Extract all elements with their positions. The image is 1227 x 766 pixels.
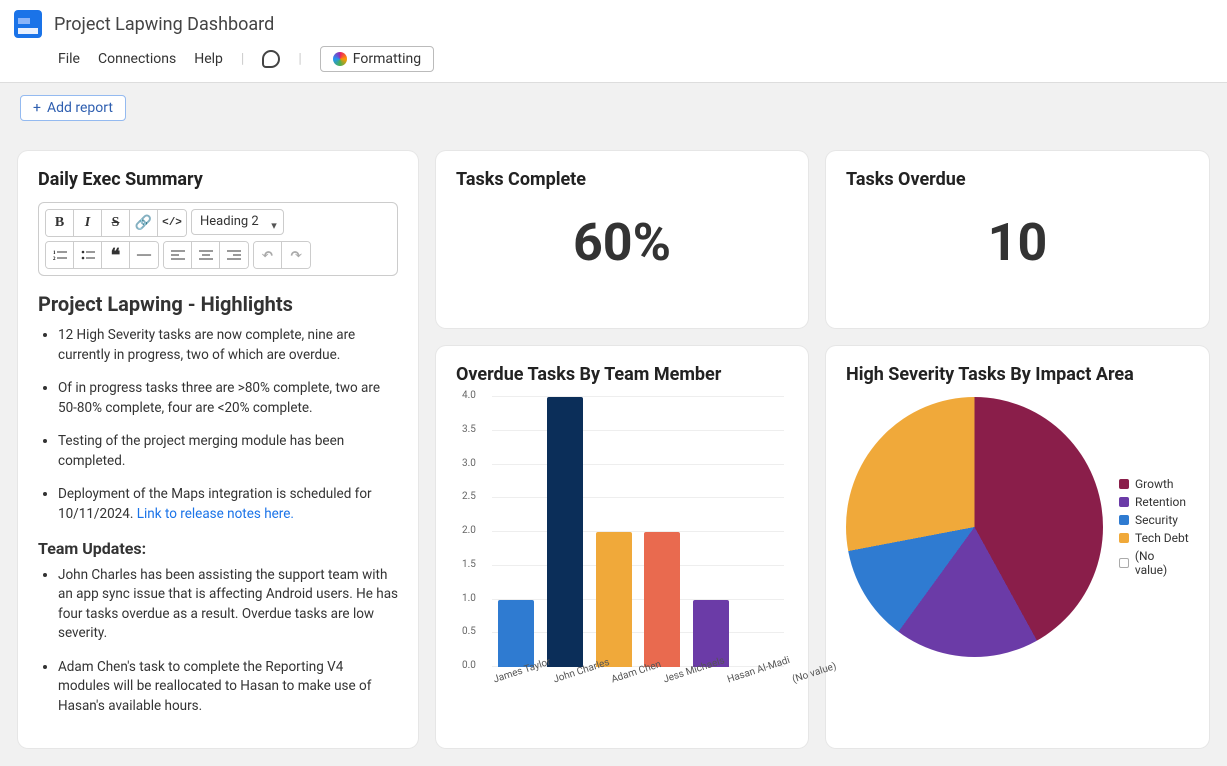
doc-heading[interactable]: Project Lapwing - Highlights — [38, 292, 398, 316]
bar-chart-card[interactable]: Overdue Tasks By Team Member 0.00.51.01.… — [436, 346, 808, 748]
ordered-list-button[interactable]: 12 — [46, 242, 74, 268]
italic-button[interactable]: I — [74, 210, 102, 236]
code-button[interactable]: </> — [158, 210, 186, 236]
app-logo-icon — [14, 10, 42, 38]
formatting-button[interactable]: Formatting — [320, 46, 434, 72]
menu-file[interactable]: File — [58, 51, 80, 67]
kpi-value: 10 — [846, 202, 1189, 277]
svg-text:2: 2 — [53, 257, 56, 261]
action-bar: + Add report — [0, 83, 1227, 133]
bar-chart: 0.00.51.01.52.02.53.03.54.0 James Taylor… — [492, 397, 784, 697]
redo-button[interactable]: ↷ — [282, 242, 310, 268]
legend-label: Growth — [1135, 477, 1174, 491]
legend-swatch — [1119, 497, 1129, 507]
legend-swatch — [1119, 515, 1129, 525]
bar[interactable] — [644, 532, 680, 667]
legend-swatch — [1119, 558, 1129, 568]
bar[interactable] — [498, 600, 534, 668]
separator: | — [241, 51, 244, 67]
legend-swatch — [1119, 479, 1129, 489]
svg-text:1: 1 — [53, 251, 56, 256]
legend-label: Retention — [1135, 495, 1186, 509]
comment-icon[interactable] — [262, 50, 280, 68]
menu-connections[interactable]: Connections — [98, 51, 176, 67]
kpi-complete-card[interactable]: Tasks Complete 60% — [436, 151, 808, 328]
pie-legend: Growth Retention Security Tech Debt (No valu… — [1119, 473, 1189, 581]
team-updates-list[interactable]: John Charles has been assisting the supp… — [58, 566, 398, 717]
highlights-list[interactable]: 12 High Severity tasks are now complete,… — [58, 326, 398, 525]
legend-item[interactable]: Security — [1119, 513, 1189, 527]
kpi-overdue-card[interactable]: Tasks Overdue 10 — [826, 151, 1209, 328]
align-center-button[interactable] — [192, 242, 220, 268]
legend-item[interactable]: Growth — [1119, 477, 1189, 491]
chart-title: Overdue Tasks By Team Member — [456, 364, 788, 385]
kpi-title: Tasks Overdue — [846, 169, 1189, 190]
legend-label: (No value) — [1135, 549, 1189, 577]
align-left-button[interactable] — [164, 242, 192, 268]
kpi-title: Tasks Complete — [456, 169, 788, 190]
bullet-list-button[interactable] — [74, 242, 102, 268]
list-item[interactable]: John Charles has been assisting the supp… — [58, 566, 398, 644]
formatting-label: Formatting — [353, 51, 421, 67]
titlebar: Project Lapwing Dashboard — [0, 0, 1227, 42]
menu-help[interactable]: Help — [194, 51, 223, 67]
strike-button[interactable]: S — [102, 210, 130, 236]
dashboard-grid: Daily Exec Summary B I S 🔗 </> Heading 2… — [0, 133, 1227, 766]
list-item[interactable]: 12 High Severity tasks are now complete,… — [58, 326, 398, 365]
separator: | — [298, 51, 301, 67]
editor-card: Daily Exec Summary B I S 🔗 </> Heading 2… — [18, 151, 418, 748]
list-item[interactable]: Testing of the project merging module ha… — [58, 432, 398, 471]
bar[interactable] — [547, 397, 583, 667]
editor-title: Daily Exec Summary — [38, 169, 398, 190]
pie-chart-card[interactable]: High Severity Tasks By Impact Area Growt… — [826, 346, 1209, 748]
chart-title: High Severity Tasks By Impact Area — [846, 364, 1189, 385]
heading-select[interactable]: Heading 2 — [191, 209, 284, 235]
plus-icon: + — [33, 100, 41, 116]
list-item[interactable]: Of in progress tasks three are >80% comp… — [58, 379, 398, 418]
bar[interactable] — [596, 532, 632, 667]
dashboard-title[interactable]: Project Lapwing Dashboard — [54, 14, 274, 35]
align-right-button[interactable] — [220, 242, 248, 268]
doc-subheading[interactable]: Team Updates: — [38, 539, 398, 558]
menubar: File Connections Help | | Formatting — [0, 42, 1227, 82]
add-report-label: Add report — [47, 100, 113, 116]
legend-item[interactable]: (No value) — [1119, 549, 1189, 577]
undo-button[interactable]: ↶ — [254, 242, 282, 268]
palette-icon — [333, 52, 347, 66]
list-item[interactable]: Adam Chen's task to complete the Reporti… — [58, 658, 398, 717]
legend-item[interactable]: Tech Debt — [1119, 531, 1189, 545]
pie-chart — [846, 397, 1103, 657]
kpi-value: 60% — [456, 202, 788, 277]
bold-button[interactable]: B — [46, 210, 74, 236]
legend-label: Tech Debt — [1135, 531, 1189, 545]
quote-button[interactable]: ❝ — [102, 242, 130, 268]
list-item[interactable]: Deployment of the Maps integration is sc… — [58, 485, 398, 524]
legend-item[interactable]: Retention — [1119, 495, 1189, 509]
hr-button[interactable]: — — [130, 242, 158, 268]
add-report-button[interactable]: + Add report — [20, 95, 126, 121]
legend-label: Security — [1135, 513, 1178, 527]
release-notes-link[interactable]: Link to release notes here. — [137, 506, 294, 522]
link-button[interactable]: 🔗 — [130, 210, 158, 236]
legend-swatch — [1119, 533, 1129, 543]
editor-toolbar: B I S 🔗 </> Heading 2 12 ❝ — — [38, 202, 398, 276]
